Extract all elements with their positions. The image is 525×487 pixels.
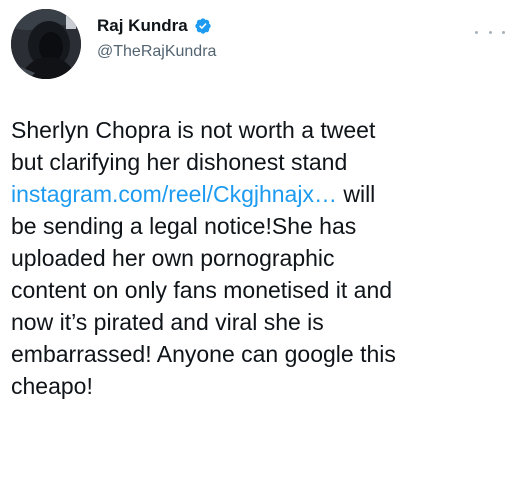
tweet-line: now it’s pirated and viral she is — [11, 309, 324, 335]
profile-photo-icon — [11, 9, 81, 79]
tweet-card: Raj Kundra @TheRajKundra Sherlyn Chopra … — [0, 0, 525, 487]
name-row: Raj Kundra — [97, 14, 216, 38]
dot-icon — [488, 30, 492, 34]
tweet-header: Raj Kundra @TheRajKundra — [0, 0, 525, 90]
avatar[interactable] — [11, 9, 81, 79]
tweet-line: cheapo! — [11, 373, 93, 399]
tweet-line: but clarifying her dishonest stand — [11, 149, 348, 175]
author-info: Raj Kundra @TheRajKundra — [97, 14, 216, 61]
tweet-line: content on only fans monetised it and — [11, 277, 393, 303]
more-options-icon[interactable] — [475, 22, 505, 42]
tweet-link[interactable]: instagram.com/reel/Ckgjhnajx… — [11, 181, 337, 207]
tweet-text: Sherlyn Chopra is not worth a tweet but … — [11, 114, 516, 402]
display-name[interactable]: Raj Kundra — [97, 16, 188, 36]
handle[interactable]: @TheRajKundra — [97, 43, 216, 61]
dot-icon — [502, 30, 505, 34]
tweet-line: embarrassed! Anyone can google this — [11, 341, 396, 367]
dot-icon — [475, 30, 478, 34]
tweet-line: Sherlyn Chopra is not worth a tweet — [11, 117, 376, 143]
tweet-line: uploaded her own pornographic — [11, 245, 335, 271]
tweet-line-tail: will — [343, 181, 376, 207]
tweet-line-with-link: instagram.com/reel/Ckgjhnajx… will — [11, 178, 516, 210]
tweet-line: be sending a legal notice!She has — [11, 213, 357, 239]
verified-badge-icon — [194, 17, 212, 35]
